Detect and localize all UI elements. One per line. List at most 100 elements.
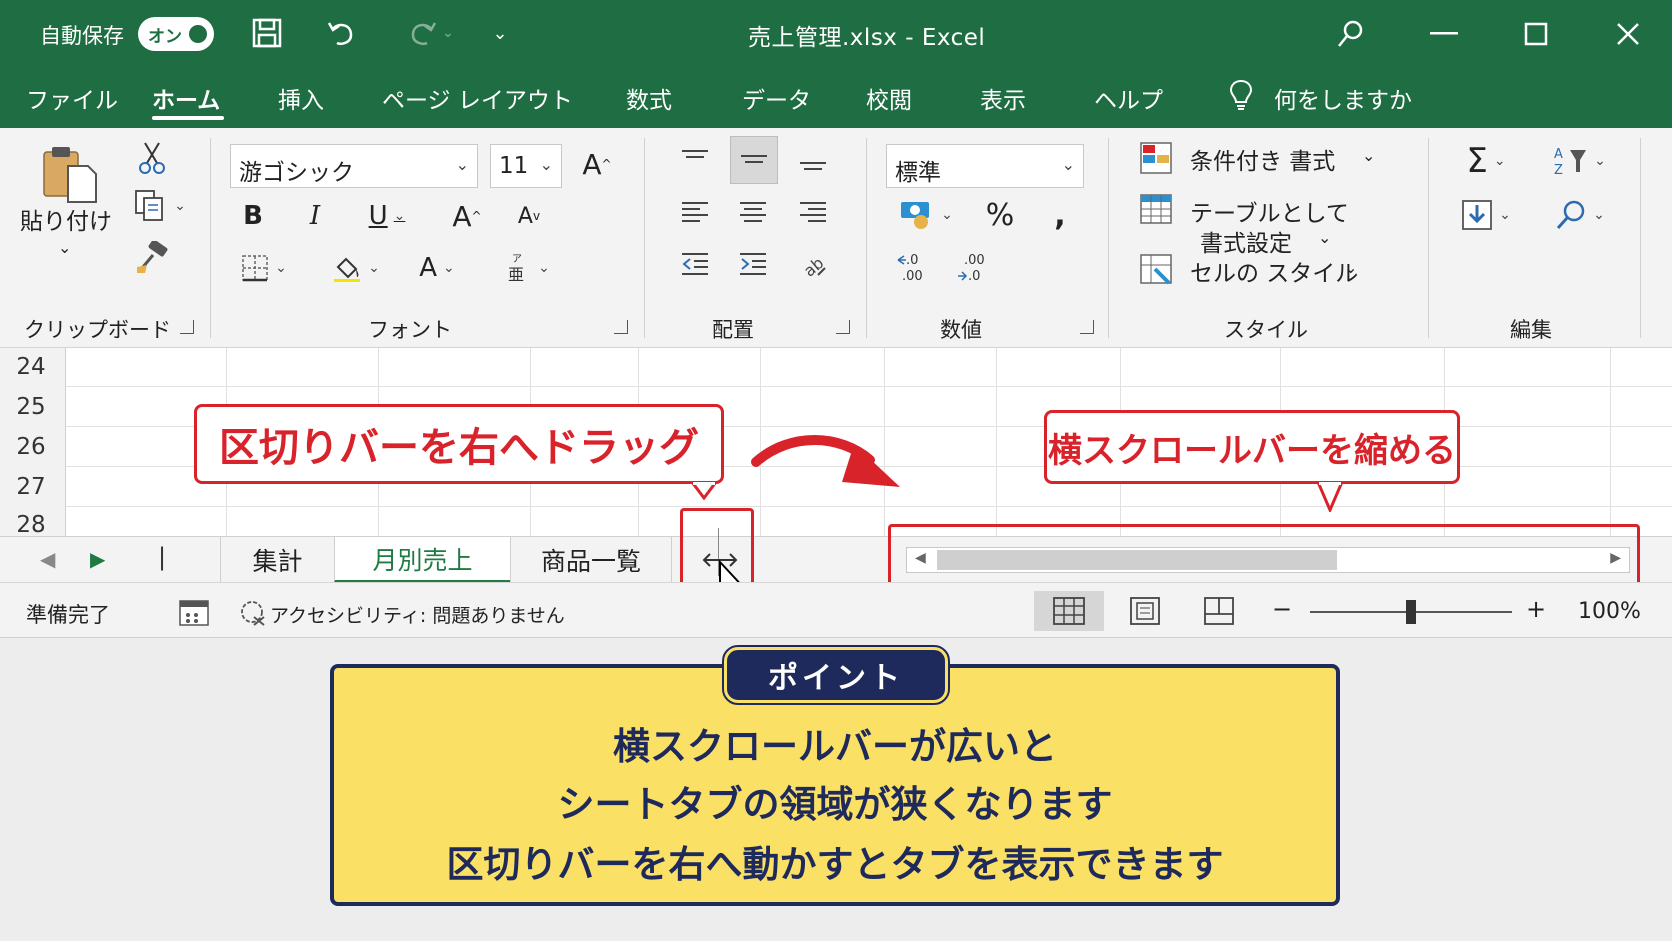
svg-text:.0: .0 (968, 269, 980, 284)
tab-page-layout[interactable]: ページ レイアウト (382, 81, 573, 115)
comma-style-icon[interactable]: , (1040, 194, 1080, 236)
redo-dropdown-icon[interactable]: ⌄ (438, 14, 458, 52)
sheet-tab-label: 月別売上 (372, 545, 473, 575)
svg-text:Z: Z (1554, 163, 1563, 178)
tab-view[interactable]: 表示 (980, 81, 1026, 115)
font-size-combo[interactable]: 11 ⌄ (490, 144, 562, 188)
currency-format-icon[interactable]: ⌄ (890, 194, 962, 236)
format-painter-icon[interactable] (132, 238, 172, 278)
paste-icon[interactable] (34, 142, 104, 206)
group-divider (1108, 138, 1109, 338)
save-icon[interactable] (248, 14, 286, 52)
align-right-icon[interactable] (790, 190, 836, 234)
row-header-25[interactable]: 25 (0, 394, 62, 420)
scrollbar-highlight (888, 524, 1640, 586)
copy-icon[interactable]: ⌄ (130, 186, 190, 226)
svg-text:ab: ab (800, 253, 828, 279)
customize-qat-icon[interactable]: ⌄ (488, 14, 512, 52)
align-center-icon[interactable] (730, 190, 776, 234)
number-format-combo[interactable]: 標準 ⌄ (886, 144, 1084, 188)
clipboard-launcher-icon[interactable] (180, 320, 194, 334)
font-name-value: 游ゴシック (239, 160, 354, 186)
format-as-table-button[interactable]: テーブルとして (1190, 194, 1349, 228)
phonetic-guide-icon[interactable]: ア亜 ⌄ (496, 248, 560, 288)
borders-icon[interactable]: ⌄ (232, 248, 296, 288)
status-ready: 準備完了 (26, 603, 110, 627)
autosave-toggle[interactable]: オン (138, 17, 214, 51)
redo-icon[interactable] (404, 14, 442, 52)
font-launcher-icon[interactable] (614, 320, 628, 334)
increase-font-size-icon[interactable]: A ^ (576, 144, 618, 184)
tab-formulas[interactable]: 数式 (626, 81, 672, 115)
conditional-formatting-icon[interactable] (1136, 138, 1176, 178)
paste-dropdown-icon[interactable]: ⌄ (58, 238, 71, 257)
underline-icon[interactable]: U ⌄ (356, 196, 418, 236)
percent-style-icon[interactable]: % (978, 194, 1022, 236)
decrease-indent-icon[interactable] (672, 242, 718, 286)
sort-filter-icon[interactable]: AZ ⌄ (1548, 140, 1612, 182)
tab-scroll-left-icon[interactable]: ◀ (40, 547, 55, 571)
tab-scroll-right-icon[interactable]: ▶ (90, 547, 105, 571)
fill-icon[interactable]: ⌄ (1454, 194, 1518, 236)
zoom-slider[interactable] (1310, 600, 1512, 624)
minimize-button[interactable] (1424, 14, 1464, 54)
tab-help[interactable]: ヘルプ (1094, 81, 1163, 115)
increase-indent-icon[interactable] (730, 242, 776, 286)
decrease-decimal-icon[interactable]: .00.0 (950, 246, 996, 290)
autosum-icon[interactable]: Σ ⌄ (1454, 140, 1518, 182)
zoom-level[interactable]: 100% (1578, 599, 1641, 624)
title-bar: 自動保存 オン ⌄ ⌄ 売上管理.xlsx - Excel (0, 0, 1672, 66)
align-bottom-icon[interactable] (790, 138, 836, 182)
font-color-icon[interactable]: A ⌄ (406, 248, 468, 288)
font-name-combo[interactable]: 游ゴシック ⌄ (230, 144, 478, 188)
search-icon[interactable] (1330, 14, 1370, 54)
bold-icon[interactable]: B (234, 196, 272, 236)
close-button[interactable] (1608, 14, 1648, 54)
align-left-icon[interactable] (672, 190, 718, 234)
normal-view-icon[interactable] (1034, 591, 1104, 631)
format-as-table-icon[interactable] (1136, 190, 1176, 230)
maximize-button[interactable] (1516, 14, 1556, 54)
undo-icon[interactable] (322, 14, 360, 52)
page-break-preview-icon[interactable] (1184, 591, 1254, 631)
sheet-tab-summary[interactable]: 集計 (220, 537, 334, 583)
sheet-tab-monthly-sales[interactable]: 月別売上 (334, 537, 510, 583)
cell-styles-icon[interactable] (1136, 250, 1176, 290)
zoom-slider-thumb[interactable] (1406, 600, 1416, 624)
italic-icon[interactable]: I (296, 196, 334, 236)
tab-data[interactable]: データ (742, 81, 811, 115)
orientation-icon[interactable]: ab (790, 242, 836, 286)
row-header-24[interactable]: 24 (0, 354, 62, 380)
macro-recording-icon[interactable] (178, 597, 210, 631)
find-select-icon[interactable]: ⌄ (1548, 194, 1612, 236)
row-header-27[interactable]: 27 (0, 474, 62, 500)
zoom-out-button[interactable]: − (1272, 595, 1292, 623)
cell-styles-button[interactable]: セルの スタイル (1190, 254, 1358, 288)
tab-home[interactable]: ホーム (152, 81, 220, 115)
accessibility-status[interactable]: アクセシビリティ: 問題ありません (270, 601, 565, 628)
align-middle-icon[interactable] (730, 136, 778, 184)
shrink-font-icon[interactable]: Av (508, 196, 550, 236)
conditional-formatting-button[interactable]: 条件付き 書式 (1190, 142, 1335, 176)
copy-dropdown-icon[interactable]: ⌄ (174, 198, 186, 214)
number-launcher-icon[interactable] (1080, 320, 1094, 334)
grow-font-icon[interactable]: A ^ (446, 196, 488, 236)
alignment-group-label: 配置 (712, 318, 754, 342)
zoom-in-button[interactable]: + (1526, 595, 1546, 623)
paste-button[interactable]: 貼り付け (20, 202, 112, 236)
row-header-28[interactable]: 28 (0, 512, 62, 536)
tell-me-search[interactable]: 何をしますか (1274, 81, 1412, 115)
cut-icon[interactable] (132, 138, 172, 178)
row-header-26[interactable]: 26 (0, 434, 62, 460)
tab-file[interactable]: ファイル (26, 81, 118, 115)
fill-color-icon[interactable]: ⌄ (324, 248, 388, 288)
accessibility-icon[interactable] (240, 599, 268, 631)
align-top-icon[interactable] (672, 138, 718, 182)
tab-insert[interactable]: 挿入 (278, 81, 324, 115)
alignment-launcher-icon[interactable] (836, 320, 850, 334)
increase-decimal-icon[interactable]: .0.00 (890, 246, 936, 290)
tab-review[interactable]: 校閲 (866, 81, 912, 115)
page-layout-view-icon[interactable] (1110, 591, 1180, 631)
sheet-tab-products[interactable]: 商品一覧 (510, 537, 672, 583)
lightbulb-icon (1228, 78, 1254, 118)
